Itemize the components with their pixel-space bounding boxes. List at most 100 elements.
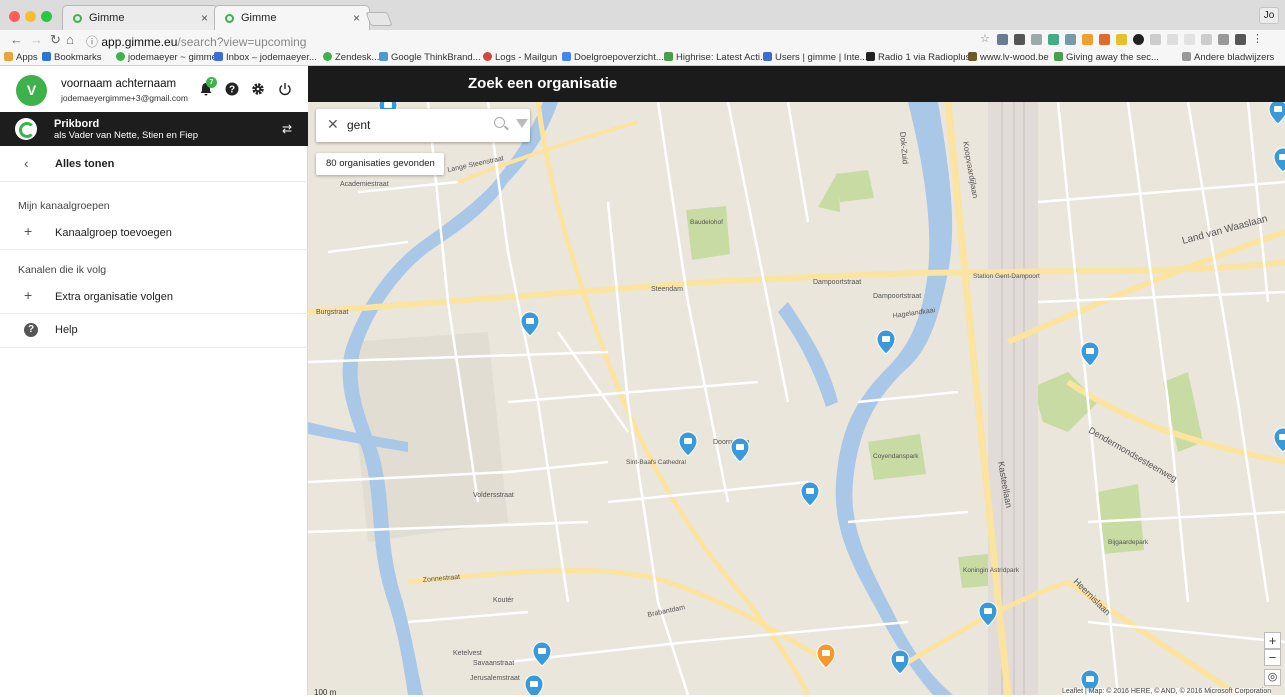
new-tab-button[interactable]	[365, 12, 393, 26]
bookmark-item[interactable]: jodemaeyer ~ gimme	[116, 52, 217, 63]
extension-icon[interactable]	[1116, 34, 1127, 45]
gear-icon[interactable]	[251, 82, 265, 96]
organisation-marker[interactable]	[800, 481, 820, 507]
window-minimize-button[interactable]	[25, 11, 36, 22]
organisation-marker[interactable]	[876, 329, 896, 355]
search-input[interactable]	[347, 116, 467, 134]
forward-arrow-icon[interactable]: →	[30, 32, 43, 47]
tab-label: Gimme	[89, 12, 125, 24]
browser-tab-1[interactable]: Gimme ×	[62, 5, 218, 30]
bookmark-label: Logs - Mailgun	[495, 52, 558, 63]
organisation-marker[interactable]	[678, 431, 698, 457]
bookmark-item[interactable]: Bookmarks	[42, 52, 102, 63]
extension-icon[interactable]	[1167, 34, 1178, 45]
extension-icon[interactable]	[1099, 34, 1110, 45]
inbox-icon	[214, 52, 223, 61]
organisation-marker[interactable]	[890, 649, 910, 675]
bookmark-label: Doelgroepoverzicht...	[574, 52, 664, 63]
back-arrow-icon[interactable]: ←	[10, 32, 23, 47]
filter-icon[interactable]	[516, 119, 528, 128]
organisation-marker[interactable]	[1268, 102, 1285, 125]
zoom-in-button[interactable]: +	[1264, 632, 1281, 649]
window-maximize-button[interactable]	[41, 11, 52, 22]
prikbord-channel-switcher[interactable]: Prikbord als Vader van Nette, Stien en F…	[0, 112, 308, 146]
menu-kebab-icon[interactable]: ⋮	[1252, 34, 1263, 45]
bookmark-item[interactable]: Doelgroepoverzicht...	[562, 52, 664, 63]
bookmark-item[interactable]: Radio 1 via Radioplus	[866, 52, 970, 63]
extension-icon[interactable]	[1031, 34, 1042, 45]
organisation-marker[interactable]	[978, 601, 998, 627]
extension-icon[interactable]	[1048, 34, 1059, 45]
extension-icon[interactable]	[1014, 34, 1025, 45]
extension-icon[interactable]	[1065, 34, 1076, 45]
section-heading-groups: Mijn kanaalgroepen	[18, 200, 110, 212]
locate-me-button[interactable]: ◎	[1264, 669, 1281, 686]
close-tab-icon[interactable]: ×	[353, 11, 360, 25]
reload-icon[interactable]: ↻	[50, 32, 61, 48]
selected-organisation-marker[interactable]	[816, 643, 836, 669]
home-icon[interactable]: ⌂	[66, 32, 74, 47]
bookmark-item[interactable]: www.lv-wood.be	[968, 52, 1049, 63]
user-header: V voornaam achternaam jodemaeyergimme+3@…	[0, 66, 308, 112]
browser-tab-2[interactable]: Gimme ×	[214, 5, 370, 30]
follow-extra-organisation-button[interactable]: + Extra organisatie volgen	[0, 280, 308, 314]
organisation-marker[interactable]	[730, 437, 750, 463]
mailgun-icon	[483, 52, 492, 61]
organisation-marker[interactable]	[1273, 427, 1285, 453]
swap-arrows-icon[interactable]: ⇄	[282, 122, 292, 136]
extension-icon[interactable]	[1082, 34, 1093, 45]
organisation-marker[interactable]	[532, 641, 552, 667]
extension-icon[interactable]	[997, 34, 1008, 45]
help-row[interactable]: ? Help	[0, 314, 308, 348]
bookmark-item[interactable]: Inbox – jodemaeyer...	[214, 52, 317, 63]
organisation-marker[interactable]	[524, 674, 544, 695]
url-host: app.gimme.eu	[101, 35, 178, 49]
map[interactable]: Academiestraat Lange Steenstraat Burgstr…	[308, 102, 1285, 695]
bookmark-label: Zendesk...	[335, 52, 380, 63]
bookmark-apps[interactable]: Apps	[4, 52, 38, 63]
add-channel-group-button[interactable]: + Kanaalgroep toevoegen	[0, 216, 308, 250]
search-icon[interactable]	[494, 117, 505, 128]
extension-icon[interactable]	[1133, 34, 1144, 45]
prikbord-subtitle: als Vader van Nette, Stien en Fiep	[54, 130, 198, 141]
avatar[interactable]: V	[16, 75, 47, 106]
address-bar: ← → ↻ ⌂ ⓘ app.gimme.eu/search?view=upcom…	[0, 30, 1285, 50]
bookmark-item[interactable]: Logs - Mailgun	[483, 52, 557, 63]
bookmark-label: www.lv-wood.be	[980, 52, 1049, 63]
help-circle-icon: ?	[24, 323, 38, 337]
other-bookmarks[interactable]: Andere bladwijzers	[1182, 52, 1274, 63]
organisation-marker[interactable]	[520, 311, 540, 337]
extension-icons: ☆ ⋮	[980, 34, 1263, 46]
organisation-marker[interactable]	[1080, 341, 1100, 367]
url-field[interactable]: ⓘ app.gimme.eu/search?view=upcoming	[86, 33, 306, 50]
power-icon[interactable]	[278, 82, 292, 96]
svg-text:?: ?	[229, 85, 235, 96]
bookmark-item[interactable]: Highrise: Latest Acti...	[664, 52, 768, 63]
close-tab-icon[interactable]: ×	[201, 11, 208, 25]
profile-button[interactable]: Jo	[1259, 7, 1279, 24]
bookmark-item[interactable]: Users | gimme | Inte...	[763, 52, 868, 63]
extension-icon[interactable]	[1184, 34, 1195, 45]
clear-search-icon[interactable]: ✕	[327, 116, 339, 133]
result-count: 80 organisaties gevonden	[316, 153, 444, 175]
bookmark-item[interactable]: Zendesk...	[323, 52, 379, 63]
intercom-icon	[763, 52, 772, 61]
bookmark-star-icon[interactable]: ☆	[980, 34, 991, 45]
extension-icon[interactable]	[1150, 34, 1161, 45]
notification-badge: 7	[206, 77, 217, 88]
extension-icon[interactable]	[1235, 34, 1246, 45]
map-scale: 100 m	[314, 688, 337, 697]
add-group-label: Kanaalgroep toevoegen	[55, 227, 172, 239]
extension-icon[interactable]	[1218, 34, 1229, 45]
docs-icon	[379, 52, 388, 61]
bookmark-item[interactable]: Google ThinkBrand...	[379, 52, 481, 63]
extension-icon[interactable]	[1201, 34, 1212, 45]
bookmark-item[interactable]: Giving away the sec...	[1054, 52, 1159, 63]
help-circle-icon[interactable]: ?	[225, 82, 239, 96]
organisation-marker[interactable]	[1273, 147, 1285, 173]
zoom-out-button[interactable]: −	[1264, 649, 1281, 666]
bookmark-label: Google ThinkBrand...	[391, 52, 481, 63]
show-all-row[interactable]: ‹ Alles tonen	[0, 146, 308, 182]
bookmark-label: Users | gimme | Inte...	[775, 52, 868, 63]
window-close-button[interactable]	[9, 11, 20, 22]
